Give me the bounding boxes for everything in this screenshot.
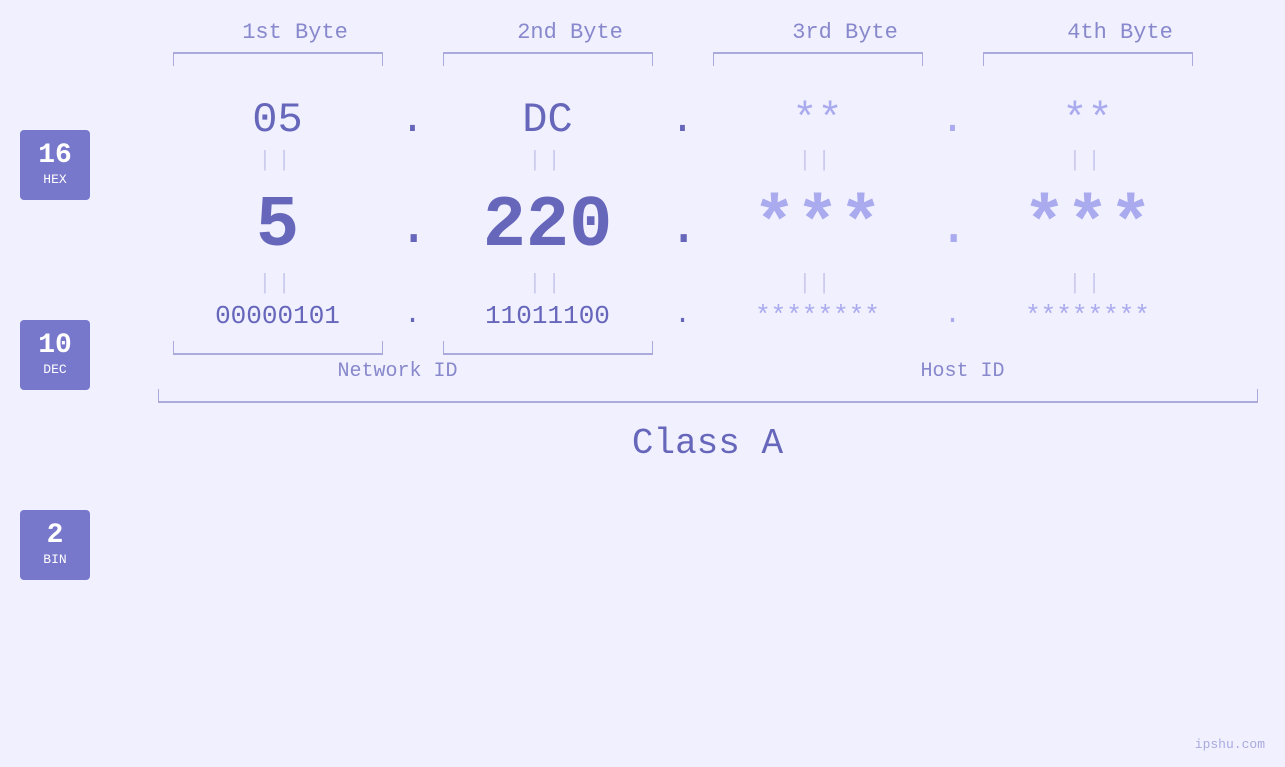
byte-headers-row: 1st Byte 2nd Byte 3rd Byte 4th Byte [158, 20, 1258, 45]
byte4-header: 4th Byte [1000, 20, 1240, 45]
dec-b4: *** [968, 177, 1208, 267]
top-bracket-4 [968, 51, 1208, 66]
bin-row: 00000101 . 11011100 . ******** . *******… [158, 300, 1258, 331]
top-bracket-2 [428, 51, 668, 66]
bin-b1: 00000101 [158, 301, 398, 331]
bin-b3: ******** [698, 301, 938, 331]
eq-row-2: || || || || [158, 271, 1258, 296]
bin-badge: 2 BIN [20, 510, 90, 580]
bot-bracket-2 [428, 341, 668, 356]
hex-b3: ** [698, 96, 938, 144]
bottom-byte-brackets [158, 341, 1258, 356]
eq4: || [968, 148, 1208, 173]
eq1: || [158, 148, 398, 173]
byte2-header: 2nd Byte [450, 20, 690, 45]
byte1-label: 1st Byte [242, 20, 348, 45]
eq2: || [428, 148, 668, 173]
hex-row: 05 . DC . ** . ** [158, 96, 1258, 144]
bin-b4: ******** [968, 301, 1208, 331]
hex-b2: DC [428, 96, 668, 144]
dot-dec-3: . [938, 198, 968, 267]
dec-row: 5 . 220 . *** . *** [158, 177, 1258, 267]
bot-bracket-1 [158, 341, 398, 356]
dot-hex-1: . [398, 96, 428, 144]
dot-dec-2: . [668, 198, 698, 267]
hex-badge: 16 HEX [20, 130, 90, 200]
dec-b1: 5 [158, 177, 398, 267]
dec-b3: *** [698, 177, 938, 267]
dec-name: DEC [43, 362, 66, 378]
dot-bin-3: . [938, 300, 968, 331]
host-id-label: Host ID [668, 360, 1258, 383]
dec-badge: 10 DEC [20, 320, 90, 390]
class-label: Class A [158, 423, 1258, 464]
dec-num: 10 [38, 332, 72, 360]
byte4-label: 4th Byte [1067, 20, 1173, 45]
top-bracket-1 [158, 51, 398, 66]
byte2-label: 2nd Byte [517, 20, 623, 45]
full-bottom-bracket [158, 389, 1258, 409]
eq-row-1: || || || || [158, 148, 1258, 173]
dot-bin-1: . [398, 300, 428, 331]
dot-hex-3: . [938, 96, 968, 144]
byte1-header: 1st Byte [175, 20, 415, 45]
id-labels-row: Network ID Host ID [158, 360, 1258, 383]
dot-hex-2: . [668, 96, 698, 144]
watermark: ipshu.com [1195, 737, 1265, 752]
hex-b1: 05 [158, 96, 398, 144]
bin-b2: 11011100 [428, 301, 668, 331]
eq3: || [698, 148, 938, 173]
dot-bin-2: . [668, 300, 698, 331]
hex-b4: ** [968, 96, 1208, 144]
network-id-label: Network ID [158, 360, 638, 383]
top-brackets [158, 51, 1258, 66]
byte3-header: 3rd Byte [725, 20, 965, 45]
dot-dec-1: . [398, 198, 428, 267]
hex-name: HEX [43, 172, 66, 188]
bin-num: 2 [47, 522, 64, 550]
bin-name: BIN [43, 552, 66, 568]
byte3-label: 3rd Byte [792, 20, 898, 45]
main-container: 1st Byte 2nd Byte 3rd Byte 4th Byte [0, 0, 1285, 767]
top-bracket-3 [698, 51, 938, 66]
hex-num: 16 [38, 142, 72, 170]
base-labels: 16 HEX 10 DEC 2 BIN [20, 130, 90, 580]
dec-b2: 220 [428, 177, 668, 267]
